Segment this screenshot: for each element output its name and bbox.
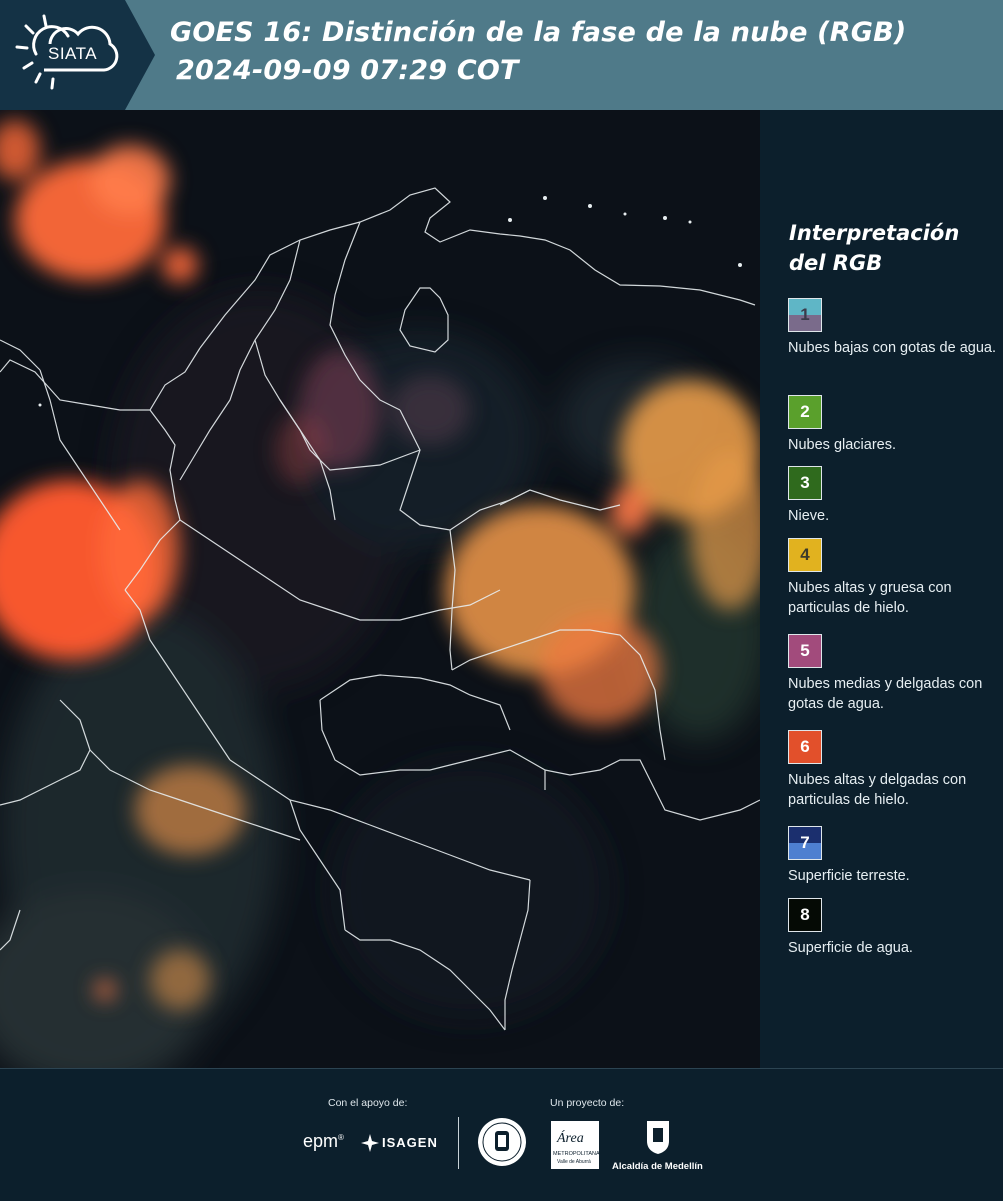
area-logo-sub2: Valle de Aburrá xyxy=(557,1159,591,1165)
legend-swatch: 4 xyxy=(788,538,822,572)
alcaldia-text: Alcaldía de Medellín xyxy=(612,1161,703,1172)
legend-number: 4 xyxy=(800,545,810,564)
legend-item: 3 Nieve. xyxy=(788,466,1000,526)
logo-text: SIATA xyxy=(48,44,98,63)
legend-number: 1 xyxy=(800,305,810,324)
legend-label: Nubes altas y delgadas con particulas de… xyxy=(788,772,967,808)
legend-item: 2 Nubes glaciares. xyxy=(788,395,1000,455)
title-line-1: GOES 16: Distinción de la fase de la nub… xyxy=(170,17,907,48)
header: SIATA GOES 16: Distinción de la fase de … xyxy=(0,0,1003,110)
legend-title-line-1: Interpretación xyxy=(789,221,960,245)
epm-logo-text: epm xyxy=(303,1131,339,1151)
satellite-map xyxy=(0,110,760,1068)
isagen-star-icon xyxy=(361,1134,379,1152)
alcaldia-shield-icon xyxy=(647,1121,669,1154)
legend-label: Superficie terreste. xyxy=(788,868,910,884)
legend-item: 5 Nubes medias y delgadas con gotas de ag… xyxy=(788,634,1000,714)
support-label: Con el apoyo de: xyxy=(328,1097,408,1109)
area-logo-sub1: METROPOLITANA xyxy=(553,1151,600,1157)
legend-item: 6 Nubes altas y delgadas con particulas d… xyxy=(788,730,1000,810)
siata-logo: SIATA xyxy=(0,0,155,110)
legend-label: Nubes glaciares. xyxy=(788,437,896,453)
legend-item: 7 Superficie terreste. xyxy=(788,826,1000,886)
legend-title: Interpretación del RGB xyxy=(789,218,959,278)
legend-number: 6 xyxy=(800,737,810,756)
legend-item: 4 Nubes altas y gruesa con particulas de … xyxy=(788,538,1000,618)
legend-label: Nubes bajas con gotas de agua. xyxy=(788,340,996,356)
legend-label: Nieve. xyxy=(788,508,830,524)
area-logo-text: Área xyxy=(557,1131,584,1146)
legend-number: 8 xyxy=(800,905,810,924)
legend-swatch: 3 xyxy=(788,466,822,500)
legend-number: 7 xyxy=(800,833,810,852)
medellin-seal-icon xyxy=(478,1118,526,1166)
title-line-2: 2024-09-09 07:29 COT xyxy=(176,55,519,86)
legend-label: Nubes medias y delgadas con gotas de agu… xyxy=(788,676,983,712)
legend-swatch: 7 xyxy=(788,826,822,860)
footer: Con el apoyo de: Un proyecto de: epm® IS… xyxy=(0,1068,1003,1201)
legend-title-line-2: del RGB xyxy=(789,251,883,275)
legend-number: 2 xyxy=(800,402,810,421)
legend-number: 5 xyxy=(800,641,810,660)
legend-item: 1 Nubes bajas con gotas de agua. xyxy=(788,298,1000,358)
legend-label: Nubes altas y gruesa con particulas de h… xyxy=(788,580,952,616)
legend-panel: Interpretación del RGB 1 Nubes bajas con … xyxy=(760,110,1003,1068)
legend-swatch: 5 xyxy=(788,634,822,668)
legend-swatch: 8 xyxy=(788,898,822,932)
epm-logo: epm® xyxy=(303,1131,344,1151)
isagen-text: ISAGEN xyxy=(382,1135,438,1150)
legend-swatch: 6 xyxy=(788,730,822,764)
legend-number: 3 xyxy=(800,473,810,492)
project-label: Un proyecto de: xyxy=(550,1097,625,1109)
area-metropolitana-logo: Área METROPOLITANA Valle de Aburrá xyxy=(551,1121,600,1169)
legend-item: 8 Superficie de agua. xyxy=(788,898,1000,958)
legend-label: Superficie de agua. xyxy=(788,940,913,956)
satellite-image xyxy=(0,110,760,1068)
page-title: GOES 16: Distinción de la fase de la nub… xyxy=(170,14,906,90)
legend-swatch: 1 xyxy=(788,298,822,332)
legend-swatch: 2 xyxy=(788,395,822,429)
footer-divider xyxy=(458,1117,459,1169)
